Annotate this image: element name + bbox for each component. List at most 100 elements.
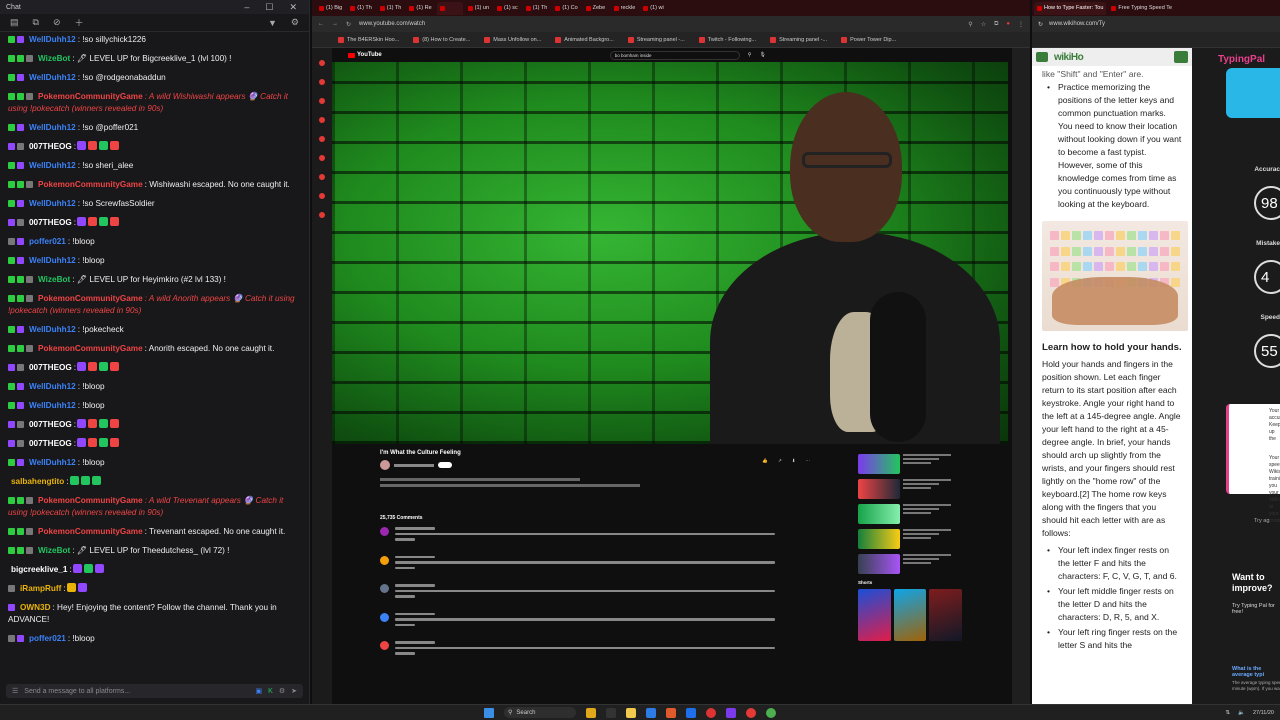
chat-username[interactable]: WellDuhh12: [29, 325, 76, 334]
chrome-icon[interactable]: [766, 707, 776, 718]
sidebar-app-icon[interactable]: [319, 193, 325, 199]
try-typingpal-link[interactable]: Try Typing Pal for free!: [1232, 603, 1280, 615]
chat-username[interactable]: bigcreeklive_1: [11, 565, 67, 574]
search-icon[interactable]: [1174, 51, 1188, 63]
short-thumbnail[interactable]: [929, 589, 963, 641]
recommendation-item[interactable]: [858, 454, 962, 474]
send-icon[interactable]: ➤: [291, 687, 297, 695]
profile-icon[interactable]: ●: [1006, 21, 1010, 27]
browser-tab[interactable]: [436, 1, 463, 15]
close-icon[interactable]: ✕: [289, 2, 297, 13]
chat-username[interactable]: WellDuhh12: [29, 35, 76, 44]
browser-tab[interactable]: (1) sc: [494, 2, 521, 15]
browser-tab[interactable]: (1) Re: [406, 2, 434, 15]
chat-username[interactable]: WellDuhh12: [29, 401, 76, 410]
filter-icon[interactable]: ▼: [268, 18, 277, 28]
chat-username[interactable]: poffer021: [29, 237, 66, 246]
recommendation-item[interactable]: [858, 504, 962, 524]
reload-icon[interactable]: ↻: [346, 21, 351, 28]
commenter-avatar[interactable]: [380, 555, 389, 565]
layers-icon[interactable]: ▤: [10, 17, 19, 28]
bookmark-item[interactable]: (8) How to Create...: [413, 36, 470, 43]
chat-username[interactable]: PokemonCommunityGame: [38, 180, 143, 189]
youtube-logo[interactable]: YouTube: [348, 52, 382, 58]
chat-username[interactable]: WellDuhh12: [29, 256, 76, 265]
bookmark-item[interactable]: Twitch - Following...: [698, 36, 756, 43]
bookmark-item[interactable]: Streaming panel -...: [627, 36, 685, 43]
chat-username[interactable]: 007THEOG: [29, 420, 72, 429]
forward-icon[interactable]: →: [332, 21, 338, 27]
sidebar-app-icon[interactable]: [319, 117, 325, 123]
chat-username[interactable]: PokemonCommunityGame: [38, 344, 143, 353]
star-icon[interactable]: ☆: [981, 21, 986, 28]
chat-username[interactable]: WellDuhh12: [29, 382, 76, 391]
recommendation-item[interactable]: [858, 479, 962, 499]
chat-username[interactable]: PokemonCommunityGame: [38, 92, 143, 101]
bookmark-item[interactable]: Mass Unfollow on...: [484, 36, 541, 43]
bookmark-item[interactable]: Streaming panel -...: [770, 36, 827, 43]
maximize-icon[interactable]: ☐: [265, 2, 273, 13]
short-thumbnail[interactable]: [858, 589, 891, 641]
mic-icon[interactable]: 🎙: [759, 52, 765, 58]
app-icon[interactable]: [606, 707, 616, 718]
typingpal-logo[interactable]: TypingPal: [1218, 54, 1280, 65]
video-thumbnail[interactable]: [858, 554, 900, 574]
bookmark-item[interactable]: The B4ERSkin Hoo...: [338, 36, 399, 43]
browser-tab[interactable]: (1) Th: [377, 2, 405, 15]
browser-tab[interactable]: (1) Co: [552, 2, 580, 15]
chat-message-list[interactable]: WellDuhh12: !so sillychick1226 WizeBot: 🖊…: [0, 32, 309, 678]
commenter-avatar[interactable]: [380, 612, 389, 622]
browser-tab[interactable]: (1) wi: [640, 2, 666, 15]
recommendation-item[interactable]: [858, 529, 962, 549]
browser-tab[interactable]: (1) un: [465, 2, 492, 15]
sidebar-app-icon[interactable]: [319, 136, 325, 142]
commenter-avatar[interactable]: [380, 527, 389, 536]
menu-icon[interactable]: ⋮: [1018, 21, 1024, 28]
browser-tab[interactable]: Zebe: [583, 2, 609, 15]
sidebar-app-icon[interactable]: [319, 212, 325, 218]
chat-username[interactable]: PokemonCommunityGame: [38, 527, 143, 536]
chat-username[interactable]: WellDuhh12: [29, 199, 76, 208]
sidebar-app-icon[interactable]: [319, 174, 325, 180]
hamburger-menu-icon[interactable]: [1036, 52, 1048, 62]
sidebar-app-icon[interactable]: [319, 98, 325, 104]
gear-icon[interactable]: ⚙: [279, 687, 285, 695]
video-thumbnail[interactable]: [858, 479, 900, 499]
short-thumbnail[interactable]: [893, 589, 927, 641]
chat-username[interactable]: WizeBot: [38, 54, 70, 63]
chat-username[interactable]: WellDuhh12: [29, 161, 76, 170]
video-thumbnail[interactable]: [858, 504, 900, 524]
kick-icon[interactable]: K: [268, 688, 273, 695]
windows-start-icon[interactable]: [484, 707, 494, 718]
url-field-right[interactable]: www.wikihow.com/Ty: [1049, 21, 1274, 27]
chat-username[interactable]: WizeBot: [38, 275, 70, 284]
taskbar-search[interactable]: ⚲ Search: [504, 707, 576, 718]
popout-icon[interactable]: ⧉: [33, 17, 39, 28]
edge-icon[interactable]: [646, 707, 656, 718]
chat-username[interactable]: WellDuhh12: [29, 73, 76, 82]
chat-menu-icon[interactable]: ☰: [12, 687, 18, 695]
app-icon[interactable]: [726, 707, 736, 718]
video-thumbnail[interactable]: [858, 454, 900, 474]
extensions-icon[interactable]: ⧉: [994, 21, 998, 28]
back-icon[interactable]: ←: [318, 21, 324, 27]
chat-username[interactable]: 007THEOG: [29, 439, 72, 448]
more-icon[interactable]: ⋯: [806, 458, 811, 464]
sidebar-app-icon[interactable]: [319, 155, 325, 161]
channel-avatar[interactable]: [380, 460, 390, 470]
chat-username[interactable]: salbahengtito: [11, 477, 64, 486]
sidebar-app-icon[interactable]: [319, 79, 325, 85]
reload-icon[interactable]: ↻: [1038, 21, 1043, 28]
chat-username[interactable]: PokemonCommunityGame: [38, 496, 143, 505]
tab-typing-test[interactable]: Free Typing Speed Te: [1108, 2, 1175, 15]
sidebar-app-icon[interactable]: [319, 60, 325, 66]
browser-tab[interactable]: reckle: [611, 2, 639, 15]
chat-username[interactable]: PokemonCommunityGame: [38, 294, 143, 303]
share-icon[interactable]: ↗: [778, 458, 782, 464]
minimize-icon[interactable]: –: [244, 2, 249, 13]
like-icon[interactable]: 👍: [762, 458, 768, 464]
app-icon[interactable]: [586, 707, 596, 718]
chat-username[interactable]: iRampRuff: [20, 584, 61, 593]
chat-input[interactable]: ☰ Send a message to all platforms... ▣ K…: [6, 684, 303, 698]
app-icon[interactable]: [686, 707, 696, 718]
